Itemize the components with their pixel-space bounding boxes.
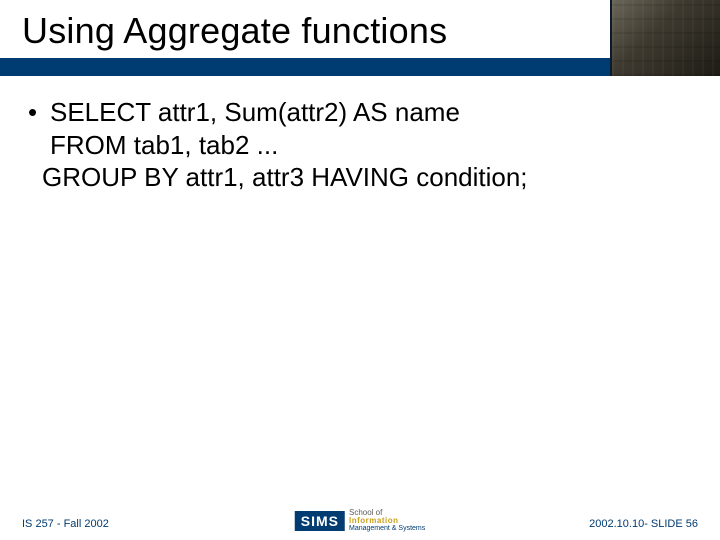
sims-line-2: Information: [349, 517, 425, 525]
footer: IS 257 - Fall 2002 SIMS School of Inform…: [0, 500, 720, 530]
body-line-3-wrapper: GROUP BY attr1, attr3 HAVING condition;: [28, 161, 692, 194]
body-line-2: FROM tab1, tab2 ...: [50, 130, 278, 160]
footer-right: 2002.10.10- SLIDE 56: [589, 518, 698, 530]
body-line-3: GROUP BY attr1, attr3 HAVING condition;: [42, 162, 528, 192]
bullet-icon: •: [28, 96, 50, 129]
title-bar: Using Aggregate functions: [0, 0, 720, 74]
body-line-1: SELECT attr1, Sum(attr2) AS name: [50, 96, 460, 129]
sims-line-3: Management & Systems: [349, 525, 425, 532]
slide-body: • SELECT attr1, Sum(attr2) AS name FROM …: [28, 96, 692, 194]
sims-logo-box: SIMS: [295, 511, 345, 531]
bullet-line-1: • SELECT attr1, Sum(attr2) AS name: [28, 96, 692, 129]
sims-logo-text: School of Information Management & Syste…: [349, 509, 425, 532]
body-line-2-wrapper: FROM tab1, tab2 ...: [28, 129, 692, 162]
footer-left: IS 257 - Fall 2002: [22, 518, 109, 530]
title-decorative-image: [610, 0, 720, 76]
slide-title: Using Aggregate functions: [22, 10, 447, 52]
footer-center-logo: SIMS School of Information Management & …: [295, 509, 426, 532]
slide: Using Aggregate functions • SELECT attr1…: [0, 0, 720, 540]
